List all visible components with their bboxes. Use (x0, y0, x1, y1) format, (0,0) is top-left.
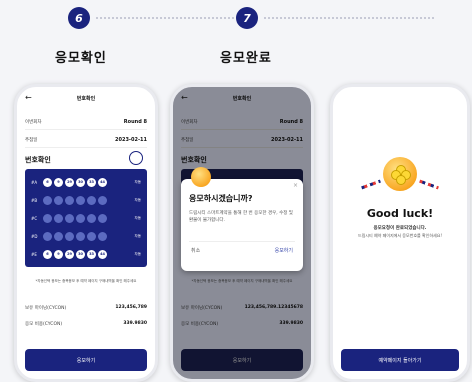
summary-cost: 응모 비용(CYCON) 339.9830 (25, 321, 147, 327)
screen-header: 번호확인 (232, 96, 252, 102)
phone-complete-screen: Good luck! 응모요청이 완료되었습니다. 드림시티 예약 페이지에서 … (330, 84, 470, 382)
apply-button[interactable]: 응모하기 (181, 349, 303, 371)
result-description: 드림시티 예약 페이지에서 응모번호를 확인하세요! (358, 233, 442, 238)
number-board: #A 6 9 29 30 33 44 자동 #B 자동 #C 자동 #D 자동 #E (25, 169, 147, 267)
section-title: 번호확인 (25, 156, 51, 164)
trophy-icon (129, 151, 143, 165)
step-connector (96, 17, 234, 19)
step-connector (264, 17, 434, 19)
result-title: Good luck! (366, 207, 434, 220)
step-6-badge: 6 (68, 7, 90, 29)
number-row-d[interactable]: #D 자동 (31, 229, 141, 243)
field-round: 이번회차 Round 8 (25, 115, 147, 130)
confetti-left (361, 179, 381, 190)
confirm-button[interactable]: 응모하기 (275, 247, 293, 254)
dialog-title: 응모하시겠습니까? (189, 194, 253, 203)
number-row-b[interactable]: #B 자동 (31, 193, 141, 207)
field-draw-date: 추첨일 2023-02-11 (181, 133, 303, 148)
coin-icon (191, 167, 211, 187)
phone-modal-screen: ← 번호확인 이번회차 Round 8 추첨일 2023-02-11 번호확인 *자… (170, 84, 314, 382)
screen-header: 번호확인 (76, 96, 96, 102)
ball: 6 (43, 177, 52, 187)
return-button[interactable]: 예약페이지 돌아가기 (341, 349, 459, 371)
confetti-right (419, 179, 439, 190)
result-subtitle: 응모요청이 완료되었습니다. (373, 226, 427, 231)
apply-button[interactable]: 응모하기 (25, 349, 147, 371)
step-6-title: 응모확인 (55, 51, 107, 66)
number-row-c[interactable]: #C 자동 (31, 211, 141, 225)
notice-text: *자동선택 응모는 중복응모 후 예약 페이지 구매내역을 확인 해주세요 (35, 279, 137, 283)
cancel-button[interactable]: 취소 (191, 247, 200, 254)
section-title: 번호확인 (181, 156, 207, 164)
notice-text: *자동선택 응모는 중복응모 후 예약 페이지 구매내역을 확인 해주세요 (191, 279, 293, 283)
dialog-body: 드림시티 스마트계약을 통해 한 번 응모한 경우, 수정 및 환불이 불가합니… (189, 211, 293, 223)
summary-balance: 보유 마이닝(CYCON) 123,456,789.12345678 (181, 305, 303, 311)
confirm-dialog: × 응모하시겠습니까? 드림시티 스마트계약을 통해 한 번 응모한 경우, 수… (181, 167, 303, 271)
summary-balance: 보유 마이닝(CYCON) 123,456,789 (25, 305, 147, 311)
close-icon[interactable]: × (293, 182, 298, 189)
number-row-a[interactable]: #A 6 9 29 30 33 44 자동 (31, 175, 141, 189)
summary-cost: 응모 비용(CYCON) 339.9830 (181, 321, 303, 327)
step-7-badge: 7 (236, 7, 258, 29)
phone-confirm-screen: ← 번호확인 이번회차 Round 8 추첨일 2023-02-11 번호확인 #A… (14, 84, 158, 382)
number-row-e[interactable]: #E 6 9 29 30 33 44 자동 (31, 247, 141, 261)
lucky-coin-icon (383, 157, 417, 191)
field-round: 이번회차 Round 8 (181, 115, 303, 130)
field-draw-date: 추첨일 2023-02-11 (25, 133, 147, 148)
step-7-title: 응모완료 (220, 51, 272, 66)
dialog-divider (189, 241, 295, 242)
